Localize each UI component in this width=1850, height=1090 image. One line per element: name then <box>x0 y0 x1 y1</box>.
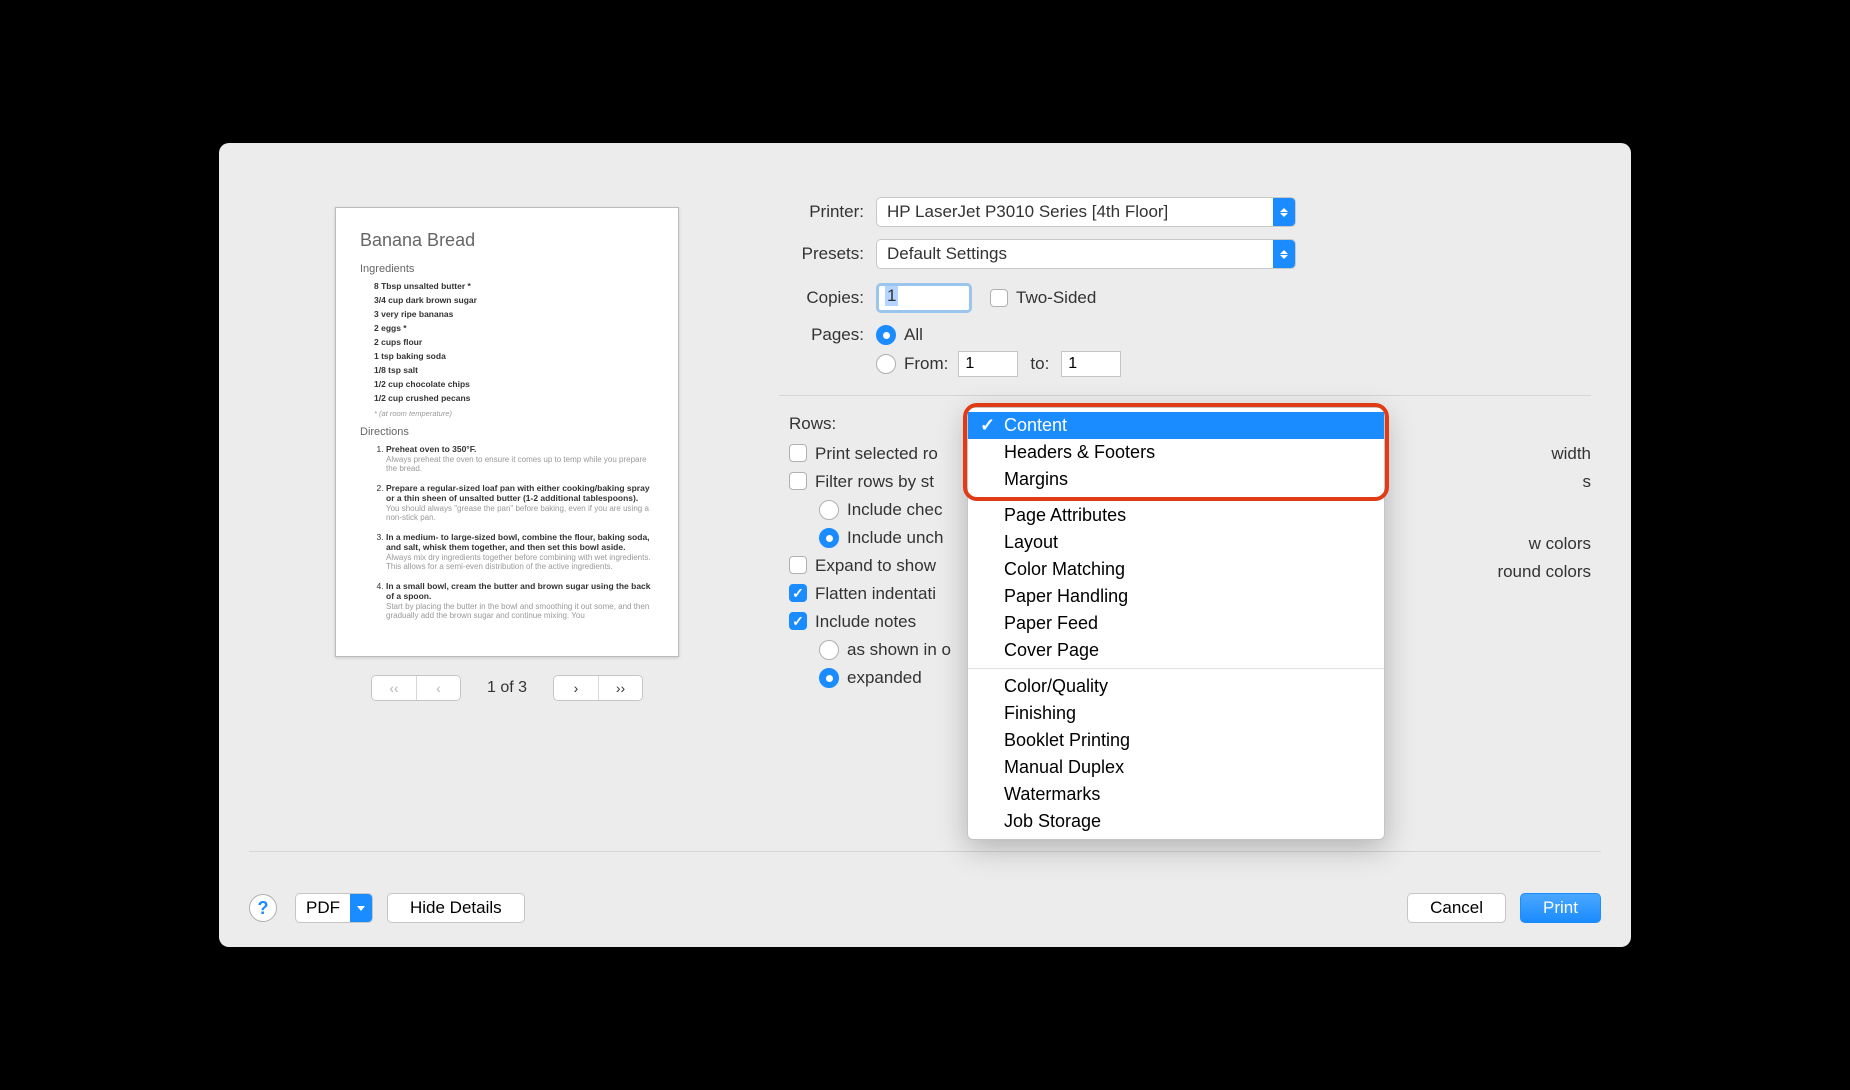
notes-as-shown-radio[interactable] <box>819 640 839 660</box>
preview-ingredients-heading: Ingredients <box>360 263 654 275</box>
preview-ingredient: 1 tsp baking soda <box>374 351 654 361</box>
dropdown-item-page-attributes[interactable]: Page Attributes <box>968 502 1384 529</box>
printer-select[interactable]: HP LaserJet P3010 Series [4th Floor] <box>876 197 1296 227</box>
pages-from-input[interactable] <box>958 351 1018 377</box>
filter-rows-checkbox[interactable] <box>789 472 807 490</box>
preview-ingredient: 3/4 cup dark brown sugar <box>374 295 654 305</box>
select-arrows-icon <box>1273 240 1295 268</box>
notes-expanded-radio[interactable] <box>819 668 839 688</box>
pages-from-radio[interactable] <box>876 354 896 374</box>
dropdown-item-job-storage[interactable]: Job Storage <box>968 808 1384 835</box>
section-dropdown-menu[interactable]: Content Headers & Footers Margins Page A… <box>967 407 1385 840</box>
copies-input[interactable]: 1 <box>876 283 972 313</box>
first-page-button: ‹‹ <box>372 676 416 700</box>
dropdown-item-margins[interactable]: Margins <box>968 466 1384 493</box>
next-page-button[interactable]: › <box>554 676 598 700</box>
page-indicator: 1 of 3 <box>487 679 527 697</box>
include-unchecked-radio[interactable] <box>819 528 839 548</box>
two-sided-checkbox[interactable] <box>990 289 1008 307</box>
dropdown-item-headers-footers[interactable]: Headers & Footers <box>968 439 1384 466</box>
presets-select[interactable]: Default Settings <box>876 239 1296 269</box>
dropdown-item-manual-duplex[interactable]: Manual Duplex <box>968 754 1384 781</box>
include-notes-checkbox[interactable] <box>789 612 807 630</box>
dropdown-item-booklet-printing[interactable]: Booklet Printing <box>968 727 1384 754</box>
dropdown-item-color-quality[interactable]: Color/Quality <box>968 673 1384 700</box>
pages-to-input[interactable] <box>1061 351 1121 377</box>
pages-all-label: All <box>904 325 923 345</box>
presets-label: Presets: <box>779 244 864 264</box>
preview-ingredient: 1/2 cup crushed pecans <box>374 393 654 403</box>
pages-from-label: From: <box>904 354 948 374</box>
dropdown-item-layout[interactable]: Layout <box>968 529 1384 556</box>
help-button[interactable]: ? <box>249 894 277 922</box>
preview-ingredient: 2 eggs * <box>374 323 654 333</box>
copies-label: Copies: <box>779 288 864 308</box>
printer-label: Printer: <box>779 202 864 222</box>
preview-ingredient: 1/2 cup chocolate chips <box>374 379 654 389</box>
print-selected-rows-checkbox[interactable] <box>789 444 807 462</box>
preview-ingredient: 8 Tbsp unsalted butter * <box>374 281 654 291</box>
preview-ingredient: 2 cups flour <box>374 337 654 347</box>
dropdown-item-finishing[interactable]: Finishing <box>968 700 1384 727</box>
expand-checkbox[interactable] <box>789 556 807 574</box>
select-arrows-icon <box>1273 198 1295 226</box>
two-sided-label: Two-Sided <box>1016 288 1096 308</box>
chevron-down-icon <box>350 894 372 922</box>
dropdown-item-color-matching[interactable]: Color Matching <box>968 556 1384 583</box>
print-preview: Banana Bread Ingredients 8 Tbsp unsalted… <box>335 207 679 657</box>
pdf-dropdown-button[interactable]: PDF <box>295 893 373 923</box>
pages-label: Pages: <box>779 325 864 345</box>
flatten-checkbox[interactable] <box>789 584 807 602</box>
cancel-button[interactable]: Cancel <box>1407 893 1506 923</box>
include-checked-radio[interactable] <box>819 500 839 520</box>
prev-page-button: ‹ <box>416 676 460 700</box>
dropdown-item-paper-feed[interactable]: Paper Feed <box>968 610 1384 637</box>
pages-all-radio[interactable] <box>876 325 896 345</box>
preview-directions-heading: Directions <box>360 426 654 438</box>
pages-to-label: to: <box>1030 354 1049 374</box>
preview-directions-list: Preheat oven to 350°F.Always preheat the… <box>386 444 654 620</box>
print-button[interactable]: Print <box>1520 893 1601 923</box>
preview-footnote: * (at room temperature) <box>374 409 654 418</box>
preview-page-nav: ‹‹ ‹ 1 of 3 › ›› <box>325 675 689 701</box>
dropdown-item-cover-page[interactable]: Cover Page <box>968 637 1384 664</box>
hide-details-button[interactable]: Hide Details <box>387 893 525 923</box>
last-page-button[interactable]: ›› <box>598 676 642 700</box>
dropdown-item-watermarks[interactable]: Watermarks <box>968 781 1384 808</box>
preview-ingredient: 3 very ripe bananas <box>374 309 654 319</box>
print-dialog: Banana Bread Ingredients 8 Tbsp unsalted… <box>219 143 1631 947</box>
dropdown-item-paper-handling[interactable]: Paper Handling <box>968 583 1384 610</box>
dropdown-item-content[interactable]: Content <box>968 412 1384 439</box>
preview-doc-title: Banana Bread <box>360 230 654 251</box>
preview-ingredient: 1/8 tsp salt <box>374 365 654 375</box>
